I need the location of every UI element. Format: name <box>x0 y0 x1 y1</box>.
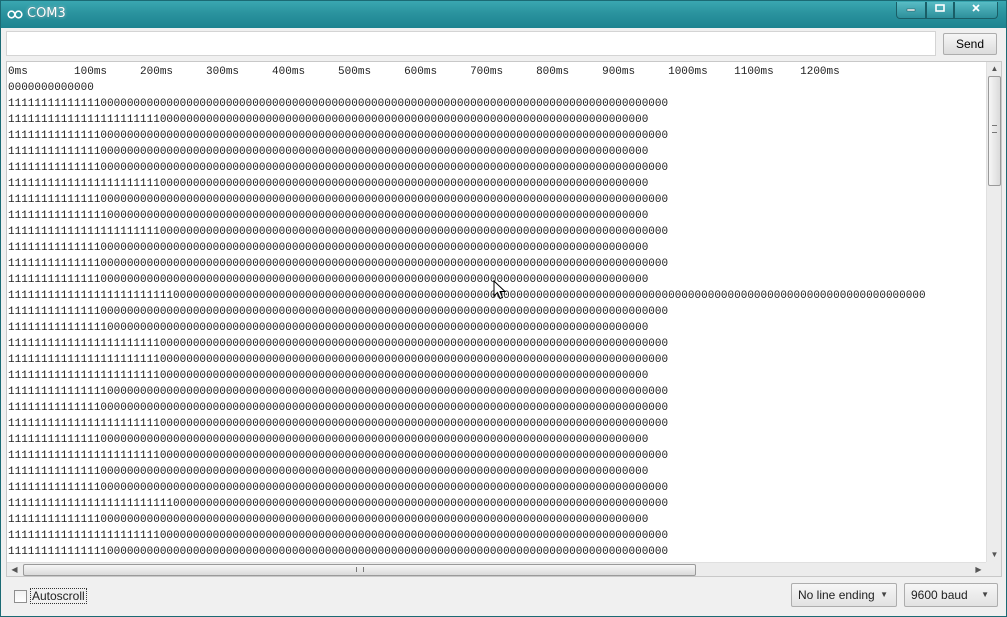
serial-output-line: 1111111111111100000000000000000000000000… <box>8 434 649 446</box>
scroll-up-arrow-icon[interactable]: ▲ <box>987 62 1001 76</box>
serial-output-line: 1111111111111111111111100000000000000000… <box>8 530 669 542</box>
scroll-right-arrow-icon[interactable]: ▶ <box>971 563 986 576</box>
line-ending-value: No line ending <box>798 588 875 602</box>
chevron-down-icon: ▼ <box>880 590 888 599</box>
scroll-left-arrow-icon[interactable]: ◀ <box>7 563 22 576</box>
autoscroll-label[interactable]: Autoscroll <box>30 588 87 604</box>
grip-icon <box>356 567 364 572</box>
arduino-infinity-icon <box>7 10 23 19</box>
serial-output-line: 1111111111111100000000000000000000000000… <box>8 194 669 206</box>
serial-output-line: 1111111111111111111111100000000000000000… <box>8 114 649 126</box>
minimize-icon <box>906 8 916 12</box>
serial-output-line: 1111111111111100000000000000000000000000… <box>8 242 649 254</box>
timeline-header-line: 0ms 100ms 200ms 300ms 400ms 500ms 600ms … <box>8 66 840 78</box>
serial-output-line: 1111111111111111111111100000000000000000… <box>8 226 669 238</box>
maximize-icon <box>935 4 945 12</box>
serial-output-line: 1111111111111110000000000000000000000000… <box>8 386 669 398</box>
serial-output-line: 1111111111111111111111100000000000000000… <box>8 178 649 190</box>
serial-output-lines: 0ms 100ms 200ms 300ms 400ms 500ms 600ms … <box>8 64 986 562</box>
serial-output-line: 1111111111111111111111100000000000000000… <box>8 450 669 462</box>
send-button[interactable]: Send <box>943 33 997 55</box>
mouse-pointer-icon <box>493 280 507 300</box>
title-bar[interactable]: COM3 <box>1 1 1006 28</box>
chevron-down-icon: ▼ <box>981 590 989 599</box>
serial-output-line: 1111111111111100000000000000000000000000… <box>8 98 669 110</box>
serial-output-line: 1111111111111111111111100000000000000000… <box>8 338 669 350</box>
baud-rate-value: 9600 baud <box>911 588 968 602</box>
send-input[interactable] <box>6 31 936 56</box>
serial-output-line: 1111111111111100000000000000000000000000… <box>8 466 649 478</box>
serial-output-line: 1111111111111100000000000000000000000000… <box>8 130 669 142</box>
serial-output-line: 1111111111111111111111111000000000000000… <box>8 498 669 510</box>
serial-monitor-window: COM3 Send 0ms 100ms 200ms 300ms 400ms 50… <box>0 0 1007 617</box>
scroll-corner <box>986 562 1001 576</box>
serial-output-line: 1111111111111100000000000000000000000000… <box>8 514 649 526</box>
scroll-down-arrow-icon[interactable]: ▼ <box>987 548 1001 562</box>
serial-output-line: 1111111111111100000000000000000000000000… <box>8 306 669 318</box>
autoscroll-checkbox[interactable] <box>14 590 27 603</box>
serial-output-line: 1111111111111100000000000000000000000000… <box>8 402 669 414</box>
vertical-scrollbar[interactable]: ▲ ▼ <box>986 62 1001 562</box>
serial-output-line: 1111111111111100000000000000000000000000… <box>8 482 669 494</box>
serial-output-line: 1111111111111110000000000000000000000000… <box>8 210 649 222</box>
close-button[interactable] <box>954 2 998 19</box>
serial-monitor-body: Send 0ms 100ms 200ms 300ms 400ms 500ms 6… <box>6 28 1002 611</box>
horizontal-scrollbar[interactable]: ◀ ▶ <box>7 562 986 576</box>
maximize-button[interactable] <box>926 2 954 19</box>
baud-rate-select[interactable]: 9600 baud ▼ <box>904 583 998 607</box>
serial-output-line: 0000000000000 <box>8 82 94 94</box>
serial-output-line: 1111111111111111111111100000000000000000… <box>8 370 649 382</box>
vertical-scroll-thumb[interactable] <box>988 76 1001 186</box>
serial-output-area[interactable]: 0ms 100ms 200ms 300ms 400ms 500ms 600ms … <box>6 61 1002 577</box>
window-title: COM3 <box>27 6 66 21</box>
serial-output-line: 1111111111111100000000000000000000000000… <box>8 162 669 174</box>
serial-output-line: 1111111111111100000000000000000000000000… <box>8 146 649 158</box>
grip-icon <box>992 125 997 133</box>
serial-output-line: 1111111111111110000000000000000000000000… <box>8 546 669 558</box>
horizontal-scroll-thumb[interactable] <box>23 564 696 576</box>
serial-output-line: 1111111111111100000000000000000000000000… <box>8 258 669 270</box>
serial-output-line: 1111111111111111111111100000000000000000… <box>8 354 669 366</box>
close-icon <box>972 4 980 12</box>
serial-output-line: 1111111111111110000000000000000000000000… <box>8 322 649 334</box>
minimize-button[interactable] <box>896 2 926 19</box>
serial-output-line: 1111111111111111111111100000000000000000… <box>8 418 669 430</box>
line-ending-select[interactable]: No line ending ▼ <box>791 583 897 607</box>
